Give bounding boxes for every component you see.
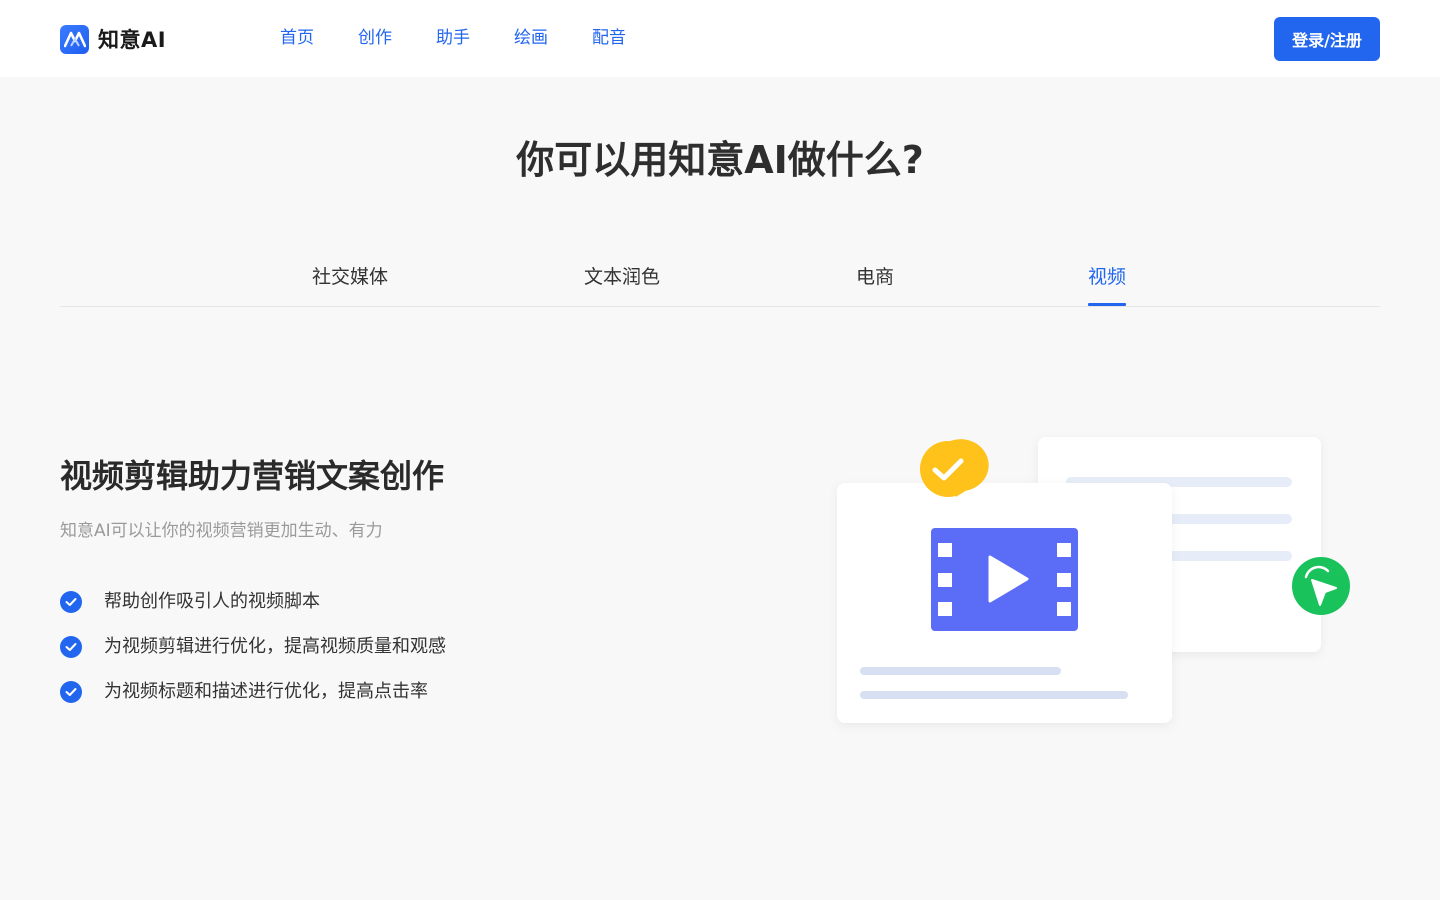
video-illustration (820, 425, 1380, 735)
nav-create[interactable]: 创作 (358, 26, 392, 50)
tab-video[interactable]: 视频 (1088, 262, 1127, 306)
nav-assistant[interactable]: 助手 (436, 26, 470, 50)
page-title: 你可以用知意AI做什么? (516, 138, 924, 182)
cursor-click-icon (1292, 557, 1350, 615)
check-circle-icon (60, 636, 82, 658)
film-play-icon (931, 528, 1078, 631)
feature-list: 帮助创作吸引人的视频脚本 为视频剪辑进行优化，提高视频质量和观感 为视频标题和描… (60, 587, 446, 722)
list-item: 为视频剪辑进行优化，提高视频质量和观感 (60, 632, 446, 662)
list-item: 帮助创作吸引人的视频脚本 (60, 587, 446, 617)
logo-icon (60, 24, 89, 54)
check-circle-icon (60, 681, 82, 703)
brand-name: 知意AI (98, 28, 167, 52)
nav-dubbing[interactable]: 配音 (592, 26, 626, 50)
tab-ecommerce[interactable]: 电商 (856, 262, 894, 292)
check-circle-icon (60, 591, 82, 613)
feature-subtitle: 知意AI可以让你的视频营销更加生动、有力 (60, 521, 383, 541)
list-item-text: 帮助创作吸引人的视频脚本 (104, 591, 320, 612)
list-item-text: 为视频剪辑进行优化，提高视频质量和观感 (104, 636, 446, 657)
nav-home[interactable]: 首页 (280, 26, 314, 50)
feature-title: 视频剪辑助力营销文案创作 (60, 457, 445, 495)
tab-text-polish[interactable]: 文本润色 (584, 262, 660, 292)
nav-painting[interactable]: 绘画 (514, 26, 548, 50)
use-case-tabs: 社交媒体 文本润色 电商 视频 (60, 262, 1380, 307)
tab-social-media[interactable]: 社交媒体 (312, 262, 388, 292)
login-register-button[interactable]: 登录/注册 (1274, 17, 1380, 61)
top-header: 知意AI 首页 创作 助手 绘画 配音 登录/注册 (0, 0, 1440, 77)
list-item-text: 为视频标题和描述进行优化，提高点击率 (104, 681, 428, 702)
list-item: 为视频标题和描述进行优化，提高点击率 (60, 677, 446, 707)
main-nav: 首页 创作 助手 绘画 配音 (280, 26, 670, 50)
brand-logo[interactable]: 知意AI (60, 24, 166, 54)
